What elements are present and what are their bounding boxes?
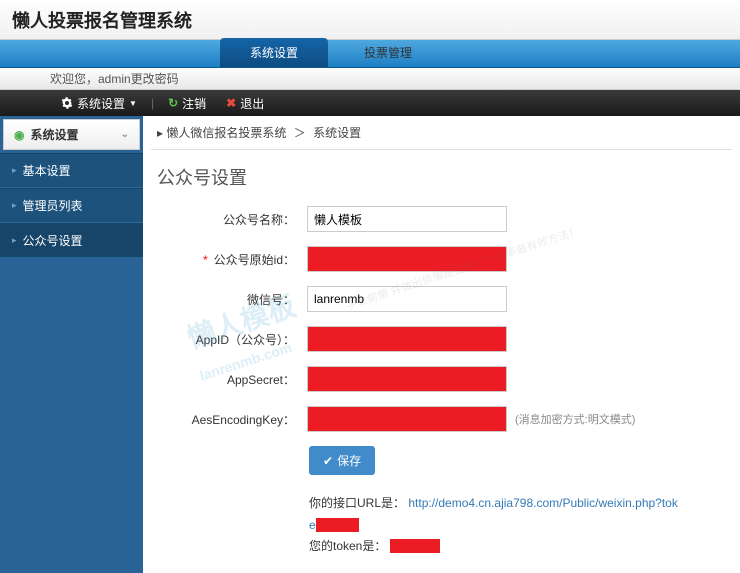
logout-icon: ↻ <box>168 96 178 110</box>
breadcrumb: ▸ 懒人微信报名投票系统 ＞ 系统设置 <box>143 116 740 149</box>
row-appid: AppID（公众号）： <box>157 326 726 352</box>
content-area: ▸ 懒人微信报名投票系统 ＞ 系统设置 公众号设置 公众号名称： *公众号原始i… <box>143 116 740 573</box>
sidebar-item-basic[interactable]: ▸ 基本设置 <box>0 153 143 188</box>
arrow-icon: ▸ <box>12 200 17 211</box>
breadcrumb-root[interactable]: 懒人微信报名投票系统 <box>166 126 286 140</box>
sidebar-item-admin-list[interactable]: ▸ 管理员列表 <box>0 188 143 223</box>
exit-icon: ✖ <box>226 96 236 110</box>
page-title: 公众号设置 <box>143 164 740 206</box>
nav-tabs: 系统设置 投票管理 <box>0 40 740 68</box>
url-label: 你的接口URL是： <box>309 496 405 510</box>
arrow-icon: ▸ <box>12 235 17 246</box>
toolbar: 系统设置 ▼ | ↻ 注销 ✖ 退出 <box>0 90 740 116</box>
row-appsecret: AppSecret： <box>157 366 726 392</box>
app-title: 懒人投票报名管理系统 <box>12 7 192 33</box>
welcome-bar: 欢迎您，admin更改密码 <box>0 68 740 90</box>
input-account-name[interactable] <box>307 206 507 232</box>
arrow-icon: ▸ <box>12 165 17 176</box>
breadcrumb-current: 系统设置 <box>313 126 361 140</box>
form: 公众号名称： *公众号原始id： 微信号： AppID（公众号）： AppSec… <box>143 206 740 558</box>
token-value <box>390 539 440 553</box>
hint-aeskey: (消息加密方式:明文模式) <box>515 411 635 427</box>
required-icon: * <box>203 253 208 267</box>
tab-system-settings[interactable]: 系统设置 <box>220 38 328 67</box>
sidebar-header[interactable]: ◉ 系统设置 ⌄ <box>3 119 140 150</box>
row-wechat-id: 微信号： <box>157 286 726 312</box>
label-original-id: *公众号原始id： <box>157 251 307 268</box>
chevron-down-icon: ▼ <box>129 99 137 108</box>
info-area: 你的接口URL是： http://demo4.cn.ajia798.com/Pu… <box>309 493 726 558</box>
label-appsecret: AppSecret： <box>157 371 307 388</box>
input-appsecret[interactable] <box>307 366 507 392</box>
toolbar-settings[interactable]: 系统设置 ▼ <box>55 95 143 112</box>
check-icon: ✔ <box>323 454 333 468</box>
gear-icon <box>61 97 73 109</box>
row-aeskey: AesEncodingKey： (消息加密方式:明文模式) <box>157 406 726 432</box>
app-header: 懒人投票报名管理系统 <box>0 0 740 40</box>
save-button[interactable]: ✔ 保存 <box>309 446 375 475</box>
toolbar-exit[interactable]: ✖ 退出 <box>220 95 270 112</box>
input-appid[interactable] <box>307 326 507 352</box>
check-icon: ◉ <box>14 128 24 142</box>
row-account-name: 公众号名称： <box>157 206 726 232</box>
tab-vote-management[interactable]: 投票管理 <box>334 38 442 67</box>
input-wechat-id[interactable] <box>307 286 507 312</box>
toolbar-logout[interactable]: ↻ 注销 <box>162 95 212 112</box>
divider: | <box>151 96 154 110</box>
input-original-id[interactable] <box>307 246 507 272</box>
row-original-id: *公众号原始id： <box>157 246 726 272</box>
token-label: 您的token是： <box>309 539 386 553</box>
label-wechat-id: 微信号： <box>157 291 307 308</box>
chevron-down-icon: ⌄ <box>121 129 129 140</box>
welcome-text: 欢迎您，admin更改密码 <box>50 70 179 87</box>
label-appid: AppID（公众号）： <box>157 331 307 348</box>
sidebar: ◉ 系统设置 ⌄ ▸ 基本设置 ▸ 管理员列表 ▸ 公众号设置 <box>0 116 143 573</box>
label-account-name: 公众号名称： <box>157 211 307 228</box>
sidebar-item-wechat-settings[interactable]: ▸ 公众号设置 <box>0 223 143 258</box>
label-aeskey: AesEncodingKey： <box>157 411 307 428</box>
input-aeskey[interactable] <box>307 406 507 432</box>
